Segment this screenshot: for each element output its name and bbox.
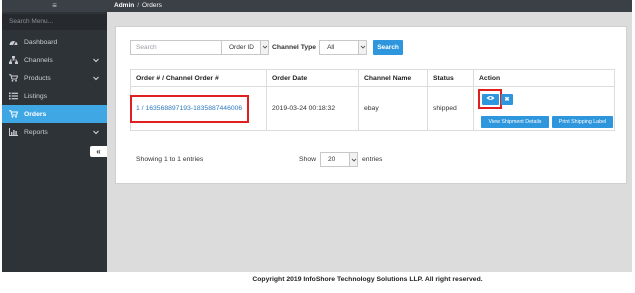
chevron-down-icon [349,153,358,166]
main-content: Admin/Orders Order ID Channel Type All [107,0,632,272]
filter-bar: Order ID Channel Type All Search [130,39,404,55]
entries-info: Showing 1 to 1 entries [136,156,204,163]
chevron-down-icon [358,40,367,54]
sidebar-item-dashboard[interactable]: Dashboard [2,33,107,51]
breadcrumb-root[interactable]: Admin [114,2,134,9]
sidebar-item-reports[interactable]: Reports [2,123,107,141]
breadcrumb-separator: / [137,2,140,9]
sidebar-header: ≡ [2,0,107,12]
page-size-control: Show 20 entries [299,152,382,167]
cart-icon [9,110,18,118]
chevron-down-icon [92,128,100,136]
cart-icon [9,74,18,82]
chevron-down-icon [260,40,268,54]
channel-type-select[interactable]: All [319,39,368,55]
sidebar-item-label: Dashboard [24,38,58,46]
view-shipment-details-button[interactable]: View Shipment Details [481,115,549,128]
breadcrumb-current: Orders [142,2,162,9]
action-buttons: ✖ View Shipment Details Print Shipping L… [478,88,613,129]
order-cell: 1 / 163568897193-1835887446006 [130,86,267,131]
column-header-date: Order Date [266,69,359,87]
search-button[interactable]: Search [373,39,404,55]
sidebar-item-listings[interactable]: Listings [2,87,107,105]
sidebar-item-label: Listings [24,92,48,100]
hamburger-menu-icon[interactable]: ≡ [52,2,57,10]
dashboard-icon [9,38,18,46]
sidebar-item-orders[interactable]: Orders [2,105,107,123]
menu-search-input[interactable]: Search Menu... [2,14,107,30]
sidebar-item-products[interactable]: Products [2,69,107,87]
view-order-button[interactable] [482,93,499,105]
double-chevron-left-icon: « [96,147,101,156]
chevron-down-icon [92,74,100,82]
table-row: 1 / 163568897193-1835887446006 2019-03-2… [130,86,615,131]
orders-panel: Order ID Channel Type All Search [115,26,627,184]
sitemap-icon [9,56,18,64]
search-input[interactable] [130,39,221,55]
column-header-action: Action [473,69,615,87]
action-cell: ✖ View Shipment Details Print Shipping L… [473,86,615,131]
entries-label: entries [362,156,383,163]
channel-type-value: All [327,43,335,51]
close-icon: ✖ [504,96,510,103]
sidebar-item-label: Products [24,74,51,82]
order-date-cell: 2019-03-24 00:18:32 [266,86,359,131]
search-field-select[interactable]: Order ID [221,39,269,55]
channel-name-cell: ebay [358,86,428,131]
page-size-select[interactable]: 20 [320,152,359,167]
orders-table: Order # / Channel Order # Order Date Cha… [130,69,615,131]
status-cell: shipped [427,86,474,131]
sidebar: ≡ Search Menu... Dashboard Channels Prod… [2,0,107,272]
channel-type-label: Channel Type [272,43,317,51]
column-header-order: Order # / Channel Order # [130,69,267,87]
highlight-box [130,95,249,123]
eye-icon [486,95,495,103]
page-size-value: 20 [328,156,336,163]
collapse-sidebar-button[interactable]: « [90,146,107,157]
footer-copyright: Copyright 2019 InfoShore Technology Solu… [252,276,483,283]
delete-order-button[interactable]: ✖ [501,93,513,105]
sidebar-item-label: Channels [24,56,53,64]
sidebar-nav: Dashboard Channels Products Listings Ord… [2,33,107,141]
sidebar-item-label: Reports [24,128,48,136]
column-header-status: Status [427,69,474,87]
chevron-down-icon [92,56,100,64]
show-label: Show [299,156,317,163]
search-field-value: Order ID [229,43,254,51]
breadcrumb: Admin / Orders [107,0,632,12]
bar-chart-icon [9,128,18,136]
app-window: ≡ Search Menu... Dashboard Channels Prod… [2,0,632,272]
print-shipping-label-button[interactable]: Print Shipping Label [552,115,613,128]
column-header-channel: Channel Name [358,69,428,87]
list-icon [9,92,18,100]
table-header-row: Order # / Channel Order # Order Date Cha… [130,69,615,87]
sidebar-item-channels[interactable]: Channels [2,51,107,69]
sidebar-item-label: Orders [24,110,47,118]
